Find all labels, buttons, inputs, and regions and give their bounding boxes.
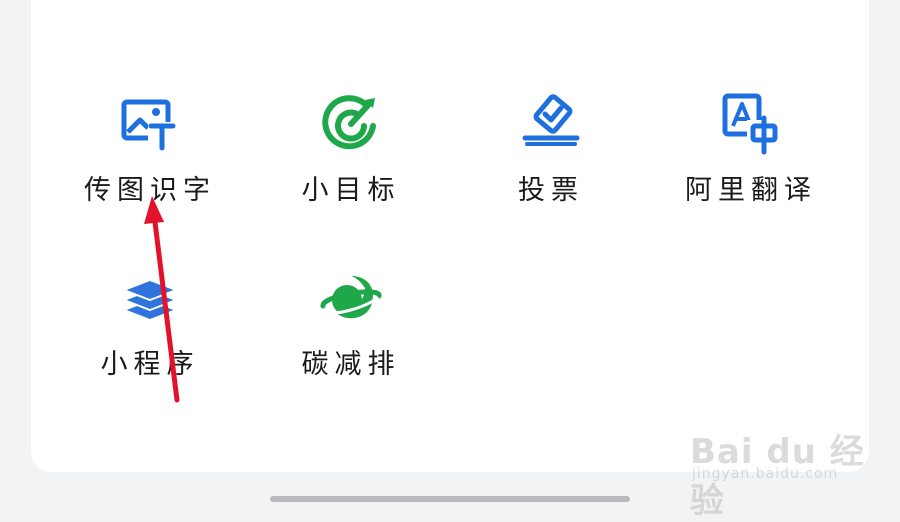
image-text-icon (118, 92, 182, 156)
app-carbon-reduction[interactable]: 碳减排 (266, 266, 436, 396)
app-label: 小目标 (301, 175, 401, 206)
app-image-to-text[interactable]: 传图识字 (65, 92, 235, 222)
app-label: 碳减排 (301, 349, 401, 380)
app-label: 投票 (518, 175, 584, 206)
app-label: 小程序 (100, 349, 200, 380)
layers-icon (118, 266, 182, 330)
app-mini-program[interactable]: 小程序 (65, 266, 235, 396)
target-icon (319, 92, 383, 156)
translate-icon (719, 92, 783, 156)
apps-panel: 传图识字 小目标 投票 阿里翻译 小程序 碳减排 (31, 0, 869, 472)
app-label: 阿里翻译 (685, 175, 817, 206)
app-vote[interactable]: 投票 (466, 92, 636, 222)
app-ali-translate[interactable]: 阿里翻译 (666, 92, 836, 222)
home-indicator[interactable] (270, 496, 630, 502)
planet-leaf-icon (319, 266, 383, 330)
app-label: 传图识字 (84, 175, 216, 206)
vote-box-icon (519, 92, 583, 156)
watermark: Bai du 经验 jingyan.baidu.com (690, 408, 870, 521)
watermark-url: jingyan.baidu.com (692, 466, 839, 482)
app-small-goal[interactable]: 小目标 (266, 92, 436, 222)
